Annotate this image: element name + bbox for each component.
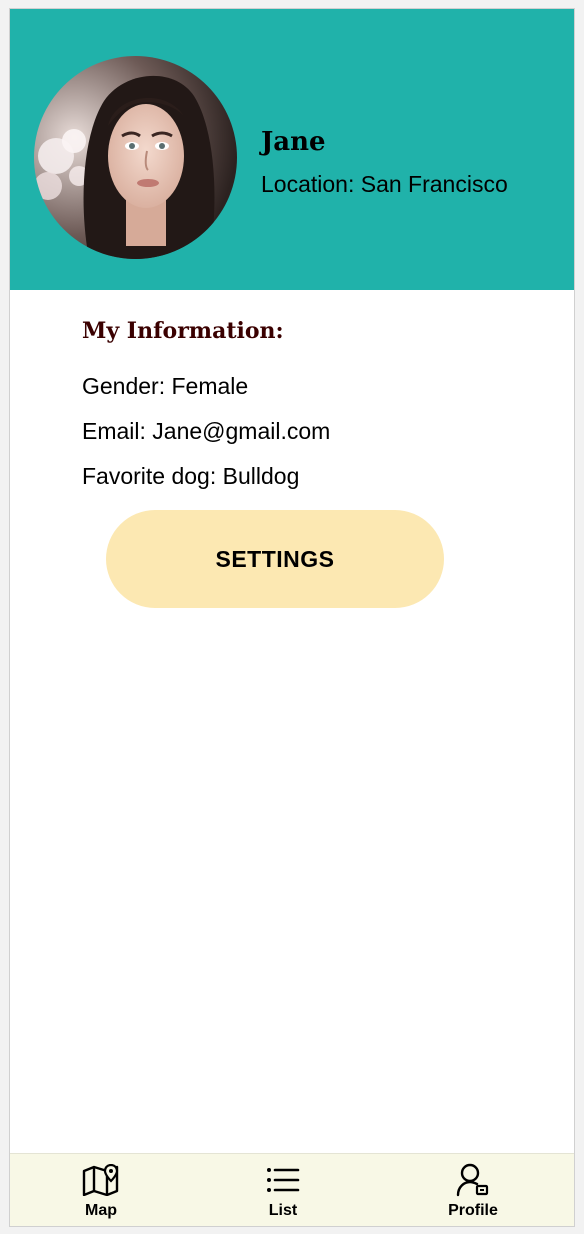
gender-text: Gender: Female bbox=[82, 373, 249, 399]
tab-list[interactable]: List bbox=[208, 1154, 358, 1226]
profile-header: Jane Location: San Francisco bbox=[10, 9, 574, 290]
user-name: Jane bbox=[261, 127, 326, 157]
tab-profile-label: Profile bbox=[448, 1202, 498, 1219]
tab-map-label: Map bbox=[85, 1202, 117, 1219]
avatar bbox=[34, 56, 237, 259]
map-icon bbox=[81, 1162, 121, 1198]
info-section-title: My Information: bbox=[82, 318, 284, 344]
list-icon bbox=[263, 1162, 303, 1198]
tab-list-label: List bbox=[268, 1202, 298, 1219]
user-location: Location: San Francisco bbox=[261, 171, 508, 197]
settings-button[interactable]: SETTINGS bbox=[106, 510, 444, 608]
email-text: Email: Jane@gmail.com bbox=[82, 418, 331, 444]
favorite-dog-text: Favorite dog: Bulldog bbox=[82, 463, 300, 489]
tab-map[interactable]: Map bbox=[26, 1154, 176, 1226]
profile-icon bbox=[453, 1162, 493, 1198]
app-screen: Jane Location: San Francisco My Informat… bbox=[9, 8, 575, 1227]
tab-profile[interactable]: Profile bbox=[398, 1154, 548, 1226]
bottom-tab-bar: Map List Profile bbox=[10, 1153, 574, 1226]
